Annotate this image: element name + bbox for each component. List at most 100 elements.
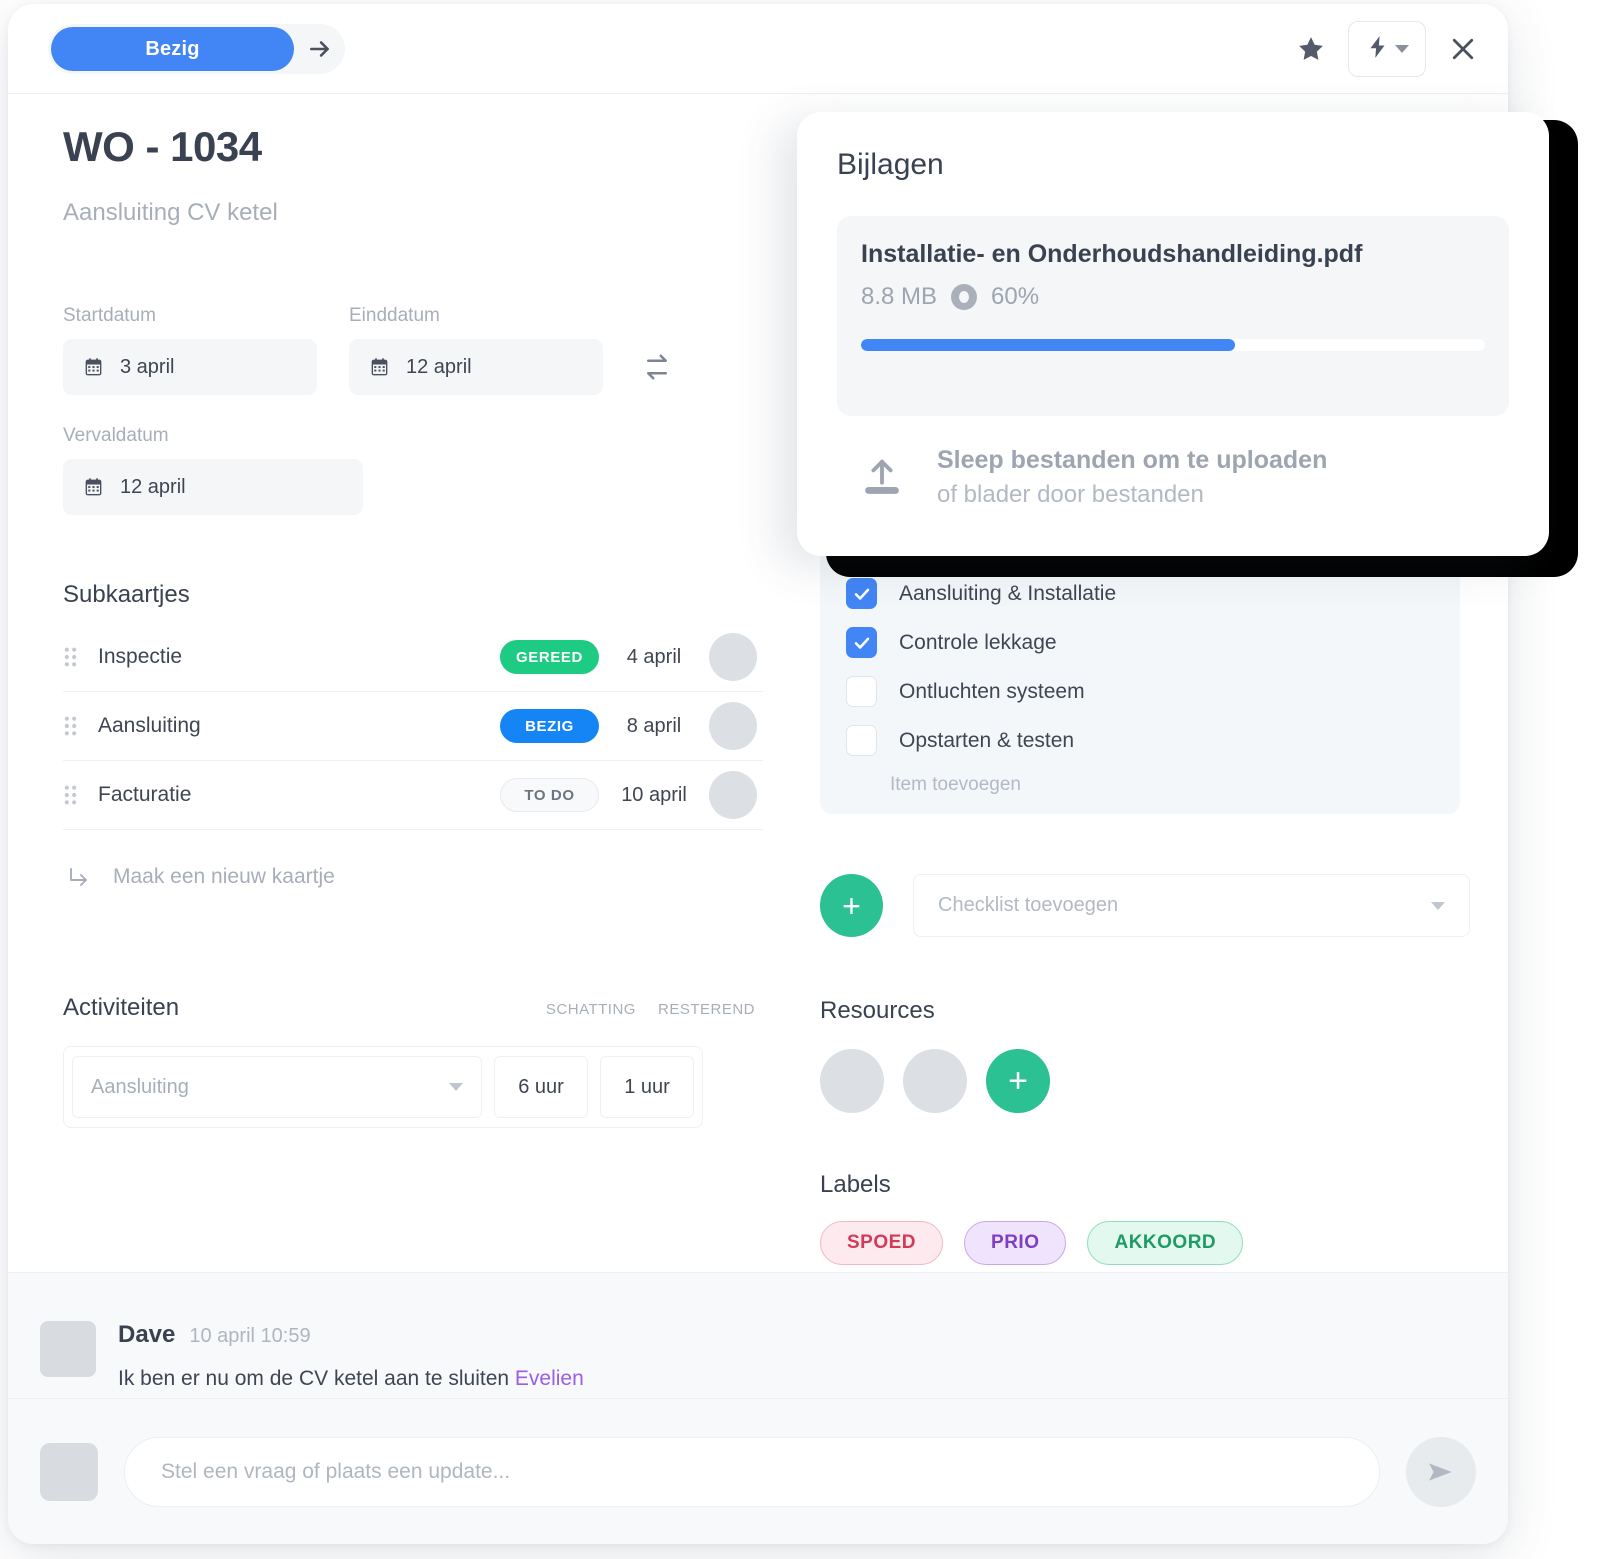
label-chip[interactable]: SPOED [820, 1221, 944, 1265]
status-badge[interactable]: GEREED [500, 640, 599, 674]
subcards-list: Inspectie GEREED 4 april Aansluiting BEZ… [63, 623, 763, 830]
checkbox-icon[interactable] [846, 578, 877, 609]
dropzone[interactable]: Sleep bestanden om te uploaden of blader… [797, 416, 1549, 509]
resources-list: + [820, 1049, 1470, 1113]
avatar[interactable] [903, 1049, 967, 1113]
checklist-item-label: Aansluiting & Installatie [899, 581, 1117, 605]
checkbox-icon[interactable] [846, 676, 877, 707]
dropzone-secondary-text: of blader door bestanden [937, 481, 1204, 508]
comment-mention[interactable]: Evelien [515, 1367, 584, 1390]
label-chip[interactable]: AKKOORD [1087, 1221, 1244, 1265]
corner-down-right-icon [67, 865, 91, 889]
due-date-field[interactable]: Vervaldatum 12 april [63, 425, 363, 515]
estimate-column-header: SCHATTING [545, 1001, 636, 1018]
avatar[interactable] [709, 771, 757, 819]
attachments-popup: Bijlagen Installatie- en Onderhoudshandl… [797, 112, 1549, 556]
label-chip[interactable]: PRIO [964, 1221, 1067, 1265]
table-row[interactable]: Facturatie TO DO 10 april [63, 761, 763, 830]
app-root: Bezig WO - 1034 Aansluiting CV ketel Sta… [0, 0, 1598, 1559]
checklist-select-placeholder: Checklist toevoegen [938, 894, 1119, 916]
avatar[interactable] [820, 1049, 884, 1113]
avatar[interactable] [709, 633, 757, 681]
comment-input[interactable]: Stel een vraag of plaats een update... [124, 1436, 1380, 1507]
checklist-panel: Aansluiting & Installatie Controle lekka… [820, 549, 1460, 814]
automation-menu[interactable] [1348, 21, 1426, 77]
calendar-icon [83, 477, 104, 498]
checklist-item[interactable]: Controle lekkage [820, 618, 1460, 667]
checklist-item[interactable]: Ontluchten systeem [820, 667, 1460, 716]
add-checklist-row: + Checklist toevoegen [820, 874, 1470, 937]
avatar[interactable] [40, 1321, 96, 1377]
due-date-input[interactable]: 12 april [63, 459, 363, 515]
activities-columns: SCHATTING RESTEREND [546, 1001, 755, 1022]
checkbox-icon[interactable] [846, 725, 877, 756]
drag-handle-icon[interactable] [63, 715, 89, 737]
activity-select[interactable]: Aansluiting [72, 1056, 482, 1118]
activity-estimate[interactable]: 6 uur [494, 1056, 588, 1118]
avatar[interactable] [709, 702, 757, 750]
attachment-file-name: Installatie- en Onderhoudshandleiding.pd… [861, 240, 1363, 268]
checkbox-icon[interactable] [846, 627, 877, 658]
subcard-date: 10 april [621, 783, 687, 806]
dropzone-primary-text: Sleep bestanden om te uploaden [937, 446, 1328, 474]
activity-row: Aansluiting 6 uur 1 uur [63, 1046, 703, 1128]
swap-arrows-icon[interactable] [635, 339, 679, 395]
add-subcard-button[interactable]: Maak een nieuw kaartje [63, 865, 763, 889]
comment-body: Dave 10 april 10:59 Ik ben er nu om de C… [118, 1321, 584, 1391]
lightning-bolt-icon [1365, 34, 1391, 65]
comments-section: Dave 10 april 10:59 Ik ben er nu om de C… [8, 1272, 1508, 1544]
chevron-down-icon [449, 1083, 463, 1091]
arrow-right-icon[interactable] [294, 36, 345, 62]
labels-title: Labels [820, 1171, 891, 1198]
page-subtitle: Aansluiting CV ketel [63, 199, 278, 226]
progress-bar-track [861, 339, 1485, 351]
status-badge[interactable]: BEZIG [500, 709, 599, 743]
progress-bar-fill [861, 339, 1236, 351]
close-icon[interactable] [1448, 34, 1478, 64]
add-subcard-label: Maak een nieuw kaartje [113, 865, 335, 888]
left-column: WO - 1034 Aansluiting CV ketel Startdatu… [63, 109, 763, 1128]
comment-text-body: Ik ben er nu om de CV ketel aan te sluit… [118, 1367, 515, 1390]
table-row[interactable]: Aansluiting BEZIG 8 april [63, 692, 763, 761]
page-title: WO - 1034 [63, 123, 262, 170]
labels-list: SPOED PRIO AKKOORD [820, 1221, 1470, 1265]
checklist-item-label: Opstarten & testen [899, 728, 1075, 752]
start-date-value: 3 april [120, 355, 175, 378]
add-checklist-item-button[interactable]: Item toevoegen [820, 774, 1460, 796]
chevron-down-icon [1431, 901, 1445, 910]
due-date-label: Vervaldatum [63, 425, 169, 446]
end-date-value: 12 april [406, 355, 472, 378]
checklist-item[interactable]: Opstarten & testen [820, 716, 1460, 765]
start-date-field[interactable]: Startdatum 3 april [63, 305, 317, 395]
end-date-field[interactable]: Einddatum 12 april [349, 305, 603, 395]
comment-timestamp: 10 april 10:59 [189, 1325, 311, 1347]
checklist-select[interactable]: Checklist toevoegen [913, 874, 1470, 937]
drag-handle-icon[interactable] [63, 646, 89, 668]
add-resource-button[interactable]: + [986, 1049, 1050, 1113]
remaining-column-header: RESTEREND [657, 1001, 755, 1018]
end-date-label: Einddatum [349, 305, 440, 326]
subcard-date: 8 april [626, 714, 682, 737]
activity-remaining[interactable]: 1 uur [600, 1056, 694, 1118]
add-checklist-button[interactable]: + [820, 874, 883, 937]
subcard-name: Aansluiting [98, 714, 201, 737]
status-selector[interactable]: Bezig [48, 24, 345, 74]
subcard-date: 4 april [626, 645, 682, 668]
avatar[interactable] [40, 1442, 98, 1501]
subcard-name: Inspectie [98, 645, 183, 668]
drag-handle-icon[interactable] [63, 784, 89, 806]
send-icon[interactable] [1406, 1436, 1476, 1507]
status-chip[interactable]: Bezig [51, 27, 294, 71]
subcards-title: Subkaartjes [63, 581, 190, 608]
table-row[interactable]: Inspectie GEREED 4 april [63, 623, 763, 692]
start-date-input[interactable]: 3 april [63, 339, 317, 395]
subcards-section: Subkaartjes Inspectie GEREED 4 april Aan… [63, 581, 763, 889]
end-date-input[interactable]: 12 april [349, 339, 603, 395]
attachment-upload-card: Installatie- en Onderhoudshandleiding.pd… [837, 216, 1509, 416]
attachment-progress-label: 60% [991, 283, 1040, 310]
status-badge[interactable]: TO DO [500, 778, 599, 812]
resources-title: Resources [820, 997, 935, 1024]
star-icon[interactable] [1296, 34, 1326, 64]
stop-upload-icon[interactable] [951, 284, 978, 310]
calendar-icon [369, 357, 390, 378]
